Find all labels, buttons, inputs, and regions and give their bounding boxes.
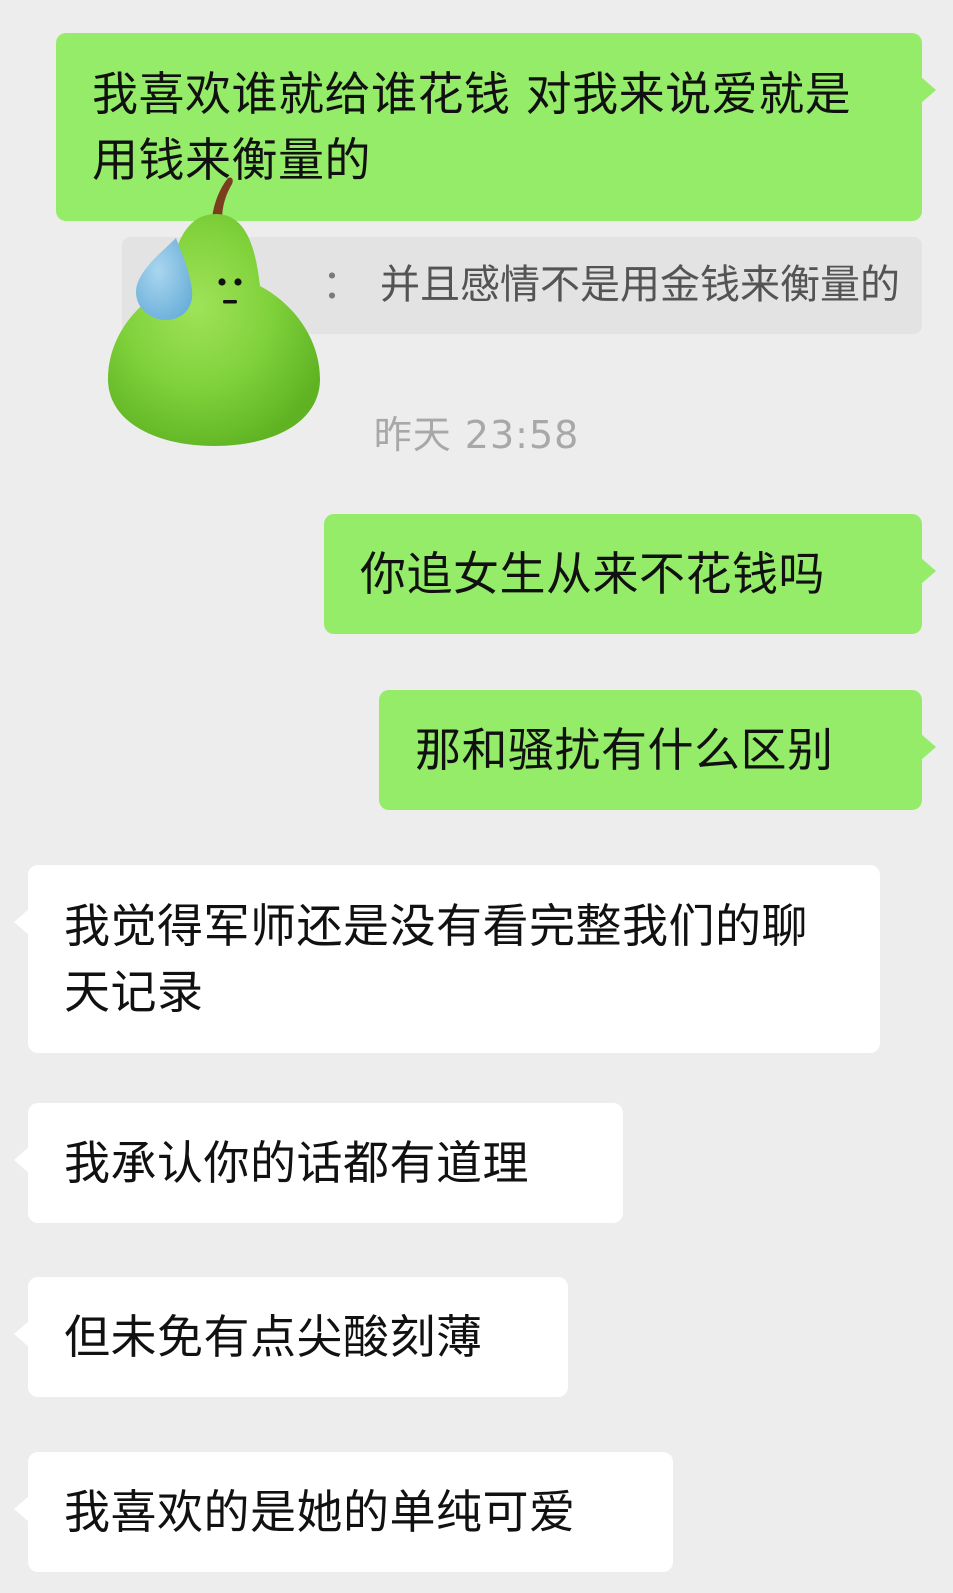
message-text: 你追女生从来不花钱吗 <box>360 547 825 601</box>
message-text: 我喜欢的是她的单纯可爱 <box>64 1485 576 1539</box>
outgoing-message-bubble[interactable]: 那和骚扰有什么区别 <box>379 690 936 810</box>
message-text: 我承认你的话都有道理 <box>64 1136 529 1190</box>
message-text: 但未免有点尖酸刻薄 <box>64 1310 483 1364</box>
quote-text: 并且感情不是用金钱来衡量的 <box>380 262 900 308</box>
message-timestamp: 昨天 23:58 <box>373 413 580 457</box>
quote-separator: ： <box>322 262 362 308</box>
incoming-message-bubble[interactable]: 我喜欢的是她的单纯可爱 <box>14 1452 673 1572</box>
message-text: 那和骚扰有什么区别 <box>415 723 834 777</box>
sweating-pear-sticker-icon <box>104 174 326 450</box>
incoming-message-bubble[interactable]: 我承认你的话都有道理 <box>14 1103 623 1223</box>
incoming-message-bubble[interactable]: 我觉得军师还是没有看完整我们的聊天记录 <box>14 865 880 1053</box>
message-text: 我觉得军师还是没有看完整我们的聊天记录 <box>64 899 808 1019</box>
outgoing-message-bubble[interactable]: 你追女生从来不花钱吗 <box>324 514 936 634</box>
incoming-message-bubble[interactable]: 但未免有点尖酸刻薄 <box>14 1277 568 1397</box>
